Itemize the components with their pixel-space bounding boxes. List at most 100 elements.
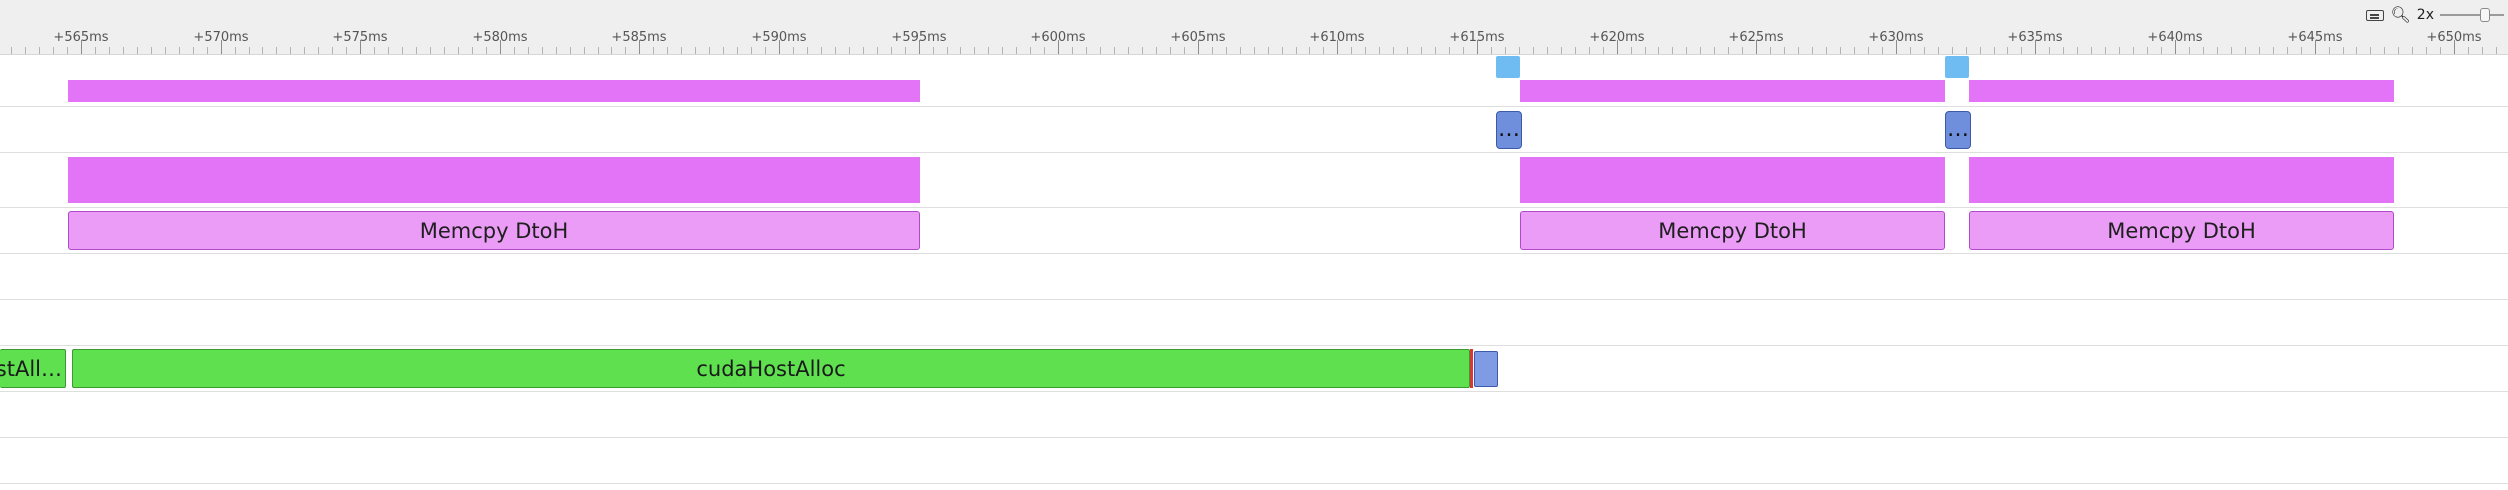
ruler-minor-tick bbox=[1435, 47, 1436, 54]
ruler-minor-tick bbox=[1868, 47, 1869, 54]
kernel-summary-bar[interactable] bbox=[1520, 80, 1945, 102]
ruler-minor-tick bbox=[2161, 47, 2162, 54]
ruler-minor-tick bbox=[514, 47, 515, 54]
ruler-minor-tick bbox=[1240, 47, 1241, 54]
ruler-minor-tick bbox=[123, 47, 124, 54]
ruler-minor-tick bbox=[1742, 47, 1743, 54]
ruler-minor-tick bbox=[974, 47, 975, 54]
ruler-minor-tick bbox=[1351, 47, 1352, 54]
ruler-minor-tick bbox=[2077, 47, 2078, 54]
ruler-minor-tick bbox=[905, 47, 906, 54]
ruler-minor-tick bbox=[835, 47, 836, 54]
ruler-tick-label: +640ms bbox=[2147, 30, 2203, 45]
memcpy-event[interactable]: Memcpy DtoH bbox=[1969, 211, 2394, 250]
zoom-controls: 🔍︎ 2x bbox=[2366, 2, 2508, 28]
ruler-minor-tick bbox=[1170, 47, 1171, 54]
ruler-tick-label: +565ms bbox=[53, 30, 109, 45]
keyboard-icon[interactable] bbox=[2366, 9, 2385, 21]
ruler-minor-tick bbox=[2021, 47, 2022, 54]
ruler-minor-tick bbox=[2231, 47, 2232, 54]
ruler-minor-tick bbox=[793, 47, 794, 54]
zoom-slider-thumb[interactable] bbox=[2480, 8, 2490, 22]
ruler-minor-tick bbox=[877, 47, 878, 54]
ruler-minor-tick bbox=[1645, 47, 1646, 54]
ruler-minor-tick bbox=[1226, 47, 1227, 54]
ruler-minor-tick bbox=[1491, 47, 1492, 54]
kernel-bar[interactable] bbox=[68, 157, 920, 203]
ruler-minor-tick bbox=[849, 47, 850, 54]
ruler-minor-tick bbox=[39, 47, 40, 54]
kernel-summary-bar[interactable] bbox=[1969, 80, 2394, 102]
error-marker[interactable] bbox=[1470, 349, 1473, 388]
grouped-events[interactable]: … bbox=[1945, 111, 1971, 149]
ruler-minor-tick bbox=[751, 47, 752, 54]
memcpy-event[interactable]: Memcpy DtoH bbox=[1520, 211, 1945, 250]
ruler-minor-tick bbox=[1002, 47, 1003, 54]
ruler-minor-tick bbox=[807, 47, 808, 54]
cuda-api-event-small[interactable] bbox=[1474, 351, 1498, 387]
kernel-bar[interactable] bbox=[1969, 157, 2394, 203]
ruler-minor-tick bbox=[2217, 47, 2218, 54]
ruler-minor-tick bbox=[332, 47, 333, 54]
ruler-minor-tick bbox=[1631, 47, 1632, 54]
ruler-minor-tick bbox=[570, 47, 571, 54]
ruler-minor-tick bbox=[2091, 47, 2092, 54]
marker-event[interactable] bbox=[1496, 56, 1520, 78]
ruler-minor-tick bbox=[2384, 47, 2385, 54]
ruler-minor-tick bbox=[1254, 47, 1255, 54]
ruler-minor-tick bbox=[2426, 47, 2427, 54]
ruler-minor-tick bbox=[1519, 47, 1520, 54]
ruler-minor-tick bbox=[416, 47, 417, 54]
kernel-bar[interactable] bbox=[1520, 157, 1945, 203]
ruler-minor-tick bbox=[1323, 47, 1324, 54]
ruler-minor-tick bbox=[1463, 47, 1464, 54]
ruler-minor-tick bbox=[2189, 47, 2190, 54]
cuda-api-event[interactable]: stAll… bbox=[0, 349, 66, 388]
ruler-minor-tick bbox=[486, 47, 487, 54]
kernel-summary-bar[interactable] bbox=[68, 80, 920, 102]
row-separator bbox=[0, 152, 2508, 153]
ruler-minor-tick bbox=[25, 47, 26, 54]
ruler-minor-tick bbox=[681, 47, 682, 54]
ruler-minor-tick bbox=[53, 47, 54, 54]
ruler-minor-tick bbox=[1016, 47, 1017, 54]
ruler-minor-tick bbox=[1100, 47, 1101, 54]
ruler-tick-label: +585ms bbox=[611, 30, 667, 45]
ruler-minor-tick bbox=[556, 47, 557, 54]
ruler-minor-tick bbox=[1309, 47, 1310, 54]
ruler-minor-tick bbox=[765, 47, 766, 54]
ruler-minor-tick bbox=[262, 47, 263, 54]
ruler-minor-tick bbox=[1882, 47, 1883, 54]
ruler-tick-label: +620ms bbox=[1589, 30, 1645, 45]
ruler-minor-tick bbox=[2049, 47, 2050, 54]
ruler-minor-tick bbox=[458, 47, 459, 54]
ruler-minor-tick bbox=[2063, 47, 2064, 54]
ruler-minor-tick bbox=[165, 47, 166, 54]
ruler-minor-tick bbox=[346, 47, 347, 54]
memcpy-event[interactable]: Memcpy DtoH bbox=[68, 211, 920, 250]
ruler-minor-tick bbox=[402, 47, 403, 54]
time-ruler[interactable]: +565ms +570ms +575ms +580ms +585ms +590ms +595… bbox=[0, 0, 2508, 55]
row-separator bbox=[0, 299, 2508, 300]
ruler-tick-label: +600ms bbox=[1030, 30, 1086, 45]
ruler-minor-tick bbox=[11, 47, 12, 54]
ruler-minor-tick bbox=[1728, 47, 1729, 54]
ruler-minor-tick bbox=[2496, 47, 2497, 54]
grouped-events[interactable]: … bbox=[1496, 111, 1522, 149]
ruler-tick-label: +610ms bbox=[1309, 30, 1365, 45]
ruler-minor-tick bbox=[2482, 47, 2483, 54]
row-separator bbox=[0, 253, 2508, 254]
ruler-minor-tick bbox=[821, 47, 822, 54]
ruler-minor-tick bbox=[444, 47, 445, 54]
ruler-minor-tick bbox=[933, 47, 934, 54]
cuda-api-event[interactable]: cudaHostAlloc bbox=[72, 349, 1470, 388]
ruler-minor-tick bbox=[947, 47, 948, 54]
marker-event[interactable] bbox=[1945, 56, 1969, 78]
zoom-out-icon[interactable]: 🔍︎ bbox=[2390, 7, 2410, 23]
ruler-minor-tick bbox=[625, 47, 626, 54]
zoom-slider[interactable] bbox=[2440, 8, 2504, 22]
ruler-minor-tick bbox=[1854, 47, 1855, 54]
zoom-level: 2x bbox=[2416, 7, 2434, 23]
ruler-tick-label: +605ms bbox=[1170, 30, 1226, 45]
ruler-minor-tick bbox=[1798, 47, 1799, 54]
